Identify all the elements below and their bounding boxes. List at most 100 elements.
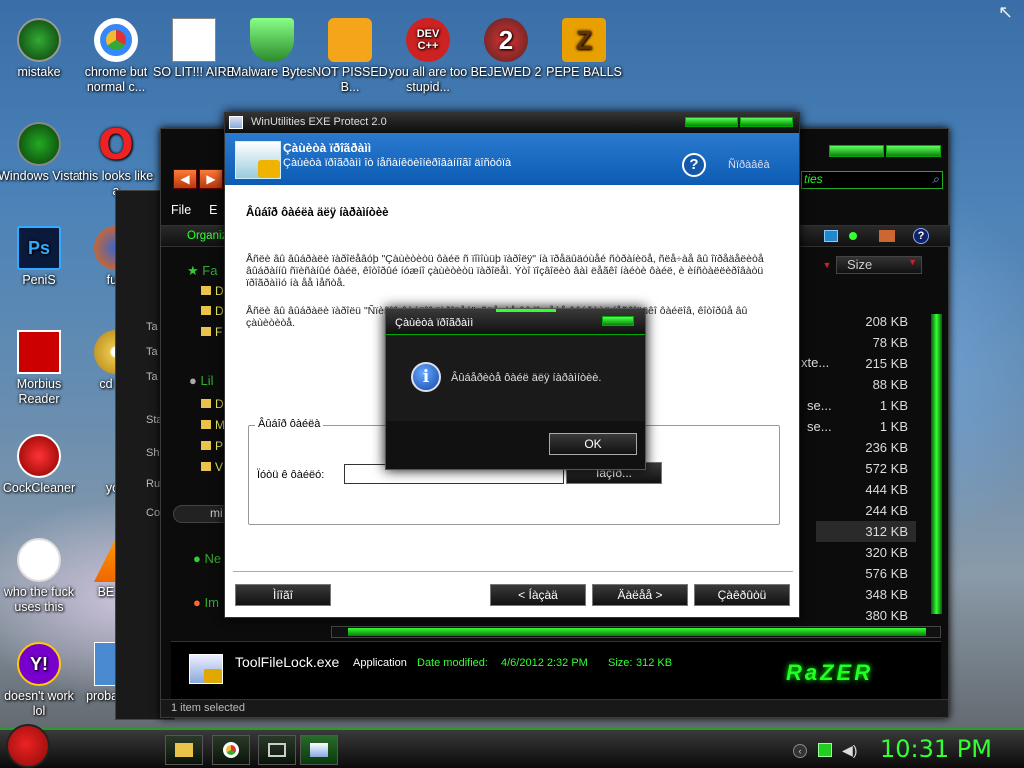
close-button[interactable] (602, 316, 634, 326)
desktop-icon[interactable]: mistake (0, 18, 80, 80)
back-button[interactable]: < Íàçàä (490, 584, 586, 606)
im-label[interactable]: ● Im (193, 595, 219, 610)
scrollbar-thumb[interactable] (348, 628, 926, 636)
next-button[interactable]: Äàëåå > (592, 584, 688, 606)
partial-text: se... (807, 398, 832, 413)
preview-icon[interactable] (849, 232, 857, 240)
desktop-icon-label: mistake (17, 65, 61, 79)
header-subtitle: Çàùèòà ïðîãðàìì îò íåñàíêöèîíèðîâàííîãî … (283, 157, 512, 169)
description-text: Åñëè âû âûáðàëè ïàðîëåâóþ "Çàùèòèòü ôàéë… (246, 253, 764, 289)
ok-button[interactable]: OK (549, 433, 637, 455)
folder-icon[interactable] (879, 230, 895, 242)
close-button[interactable] (740, 117, 793, 127)
taskbar-explorer-icon[interactable] (165, 735, 203, 765)
side-label: Ru (146, 478, 161, 490)
table-row[interactable]: 444 KB (816, 479, 916, 500)
cancel-button[interactable]: Ìíîãî (235, 584, 331, 606)
desktop-icon-label: PeniS (22, 273, 56, 287)
table-row[interactable]: 380 KB (816, 605, 916, 626)
favorites-label[interactable]: ★ Fa (187, 263, 217, 279)
message-box-title: Çàùèòà ïðîãðàìì (395, 317, 474, 329)
start-button-angry-bird-icon[interactable] (6, 724, 50, 768)
details-size: 312 KB (636, 657, 673, 669)
table-row[interactable]: 572 KB (816, 458, 916, 479)
shield-check-icon (250, 18, 294, 62)
table-row[interactable]: 78 KB (816, 332, 916, 353)
desktop-icon[interactable]: 2 BEJEWED 2 (465, 18, 547, 80)
desktop-icon[interactable]: DEV C++ you all are too stupid... (387, 18, 469, 95)
menu-file[interactable]: File (171, 203, 191, 217)
zuma-icon: Z (562, 18, 606, 62)
desktop-icon[interactable]: Z PEPE BALLS (543, 18, 625, 80)
table-row[interactable]: 88 KB (816, 374, 916, 395)
libraries-label[interactable]: ● Lil (189, 373, 213, 388)
tray-expand-icon[interactable]: ‹ (793, 744, 807, 758)
forward-arrow-icon[interactable]: ▶ (199, 169, 223, 189)
protect-window-controls[interactable] (685, 117, 793, 127)
info-icon: i (411, 362, 441, 392)
side-label: Co (146, 507, 161, 519)
table-row[interactable]: 320 KB (816, 542, 916, 563)
message-box-titlebar[interactable]: Çàùèòà ïðîãðàìì (386, 309, 645, 335)
tray-network-icon[interactable] (818, 743, 832, 757)
desktop-icon[interactable]: Y! doesn't work lol (0, 642, 80, 719)
desktop-icon[interactable]: NOT PISSED B... (309, 18, 391, 95)
close-dialog-button[interactable]: Çàêðûòü (694, 584, 790, 606)
taskbar-chrome-icon[interactable] (212, 735, 250, 765)
size-column-header[interactable]: Size ▼ (836, 256, 922, 274)
desktop-icon[interactable]: chrome but normal c... (75, 18, 157, 95)
help-icon[interactable]: ? (913, 228, 929, 244)
details-pane: ToolFileLock.exe Application Date modifi… (171, 641, 941, 699)
desktop-icon[interactable]: Malware Bytes (231, 18, 313, 80)
table-row[interactable]: 208 KB (816, 311, 916, 332)
table-row[interactable]: 348 KB (816, 584, 916, 605)
desktop-icon-label: Morbius Reader (16, 377, 62, 406)
desktop-icon[interactable]: Ps PeniS (0, 226, 80, 288)
desktop-icon-label: NOT PISSED B... (312, 65, 388, 94)
desktop-icon[interactable]: CockCleaner (0, 434, 80, 496)
protect-titlebar[interactable]: WinUtilities EXE Protect 2.0 (225, 113, 799, 133)
search-icon: ⌕ (932, 172, 939, 186)
horizontal-scrollbar[interactable] (331, 626, 941, 638)
table-row[interactable]: 576 KB (816, 563, 916, 584)
desktop-icon-label: SO LIT!!! AIRE (153, 65, 235, 79)
taskbar-protect-icon[interactable] (300, 735, 338, 765)
desktop-icon-label: Windows Vista (0, 169, 80, 183)
table-row[interactable]: 215 KB (816, 353, 916, 374)
help-icon[interactable]: ? (682, 153, 706, 177)
tray-volume-icon[interactable]: ◀) (842, 742, 858, 758)
search-box[interactable]: ties ⌕ (801, 171, 943, 189)
desktop-icon[interactable]: who the fuck uses this (0, 538, 80, 615)
organize-button[interactable]: Organiz (187, 230, 227, 242)
taskbar: ‹ ◀) 10:31 PM (0, 724, 1024, 768)
help-link[interactable]: Ñïðàâêà (728, 159, 770, 171)
table-row[interactable]: 236 KB (816, 437, 916, 458)
desktop-icon[interactable]: SO LIT!!! AIRE (153, 18, 235, 80)
nav-tree-label: D (215, 397, 224, 411)
desktop-icon[interactable]: Othis looks like a (75, 122, 157, 199)
path-label: Ïóòü ê ôàéëó: (257, 469, 325, 481)
desktop-icon[interactable]: Windows Vista (0, 122, 80, 184)
status-bar: 1 item selected (161, 699, 948, 717)
message-box[interactable]: Çàùèòà ïðîãðàìì i Âûáåðèòå ôàéë äëÿ íàðà… (385, 308, 646, 470)
clock[interactable]: 10:31 PM (880, 735, 992, 763)
opera-icon: O (98, 119, 134, 169)
menu-edit[interactable]: E (209, 203, 217, 217)
table-row[interactable]: 244 KB (816, 500, 916, 521)
view-icon[interactable] (824, 230, 838, 242)
table-row[interactable]: 312 KB (816, 521, 916, 542)
back-arrow-icon[interactable]: ◀ (173, 169, 197, 189)
maximize-button[interactable] (886, 145, 941, 157)
minimize-button[interactable] (685, 117, 738, 127)
yahoo-icon: Y! (17, 642, 61, 686)
desktop-icon[interactable]: Morbius Reader (0, 330, 80, 407)
taskbar-network-icon[interactable] (258, 735, 296, 765)
network-label[interactable]: ● Ne (193, 551, 221, 566)
menu-bar: File E (171, 203, 218, 217)
nav-buttons[interactable]: ◀ ▶ (173, 169, 223, 191)
window-controls[interactable] (829, 145, 941, 157)
folder-icon (201, 441, 211, 450)
vertical-scrollbar[interactable] (931, 314, 942, 614)
razer-logo: RaZER (786, 660, 874, 685)
minimize-button[interactable] (829, 145, 884, 157)
